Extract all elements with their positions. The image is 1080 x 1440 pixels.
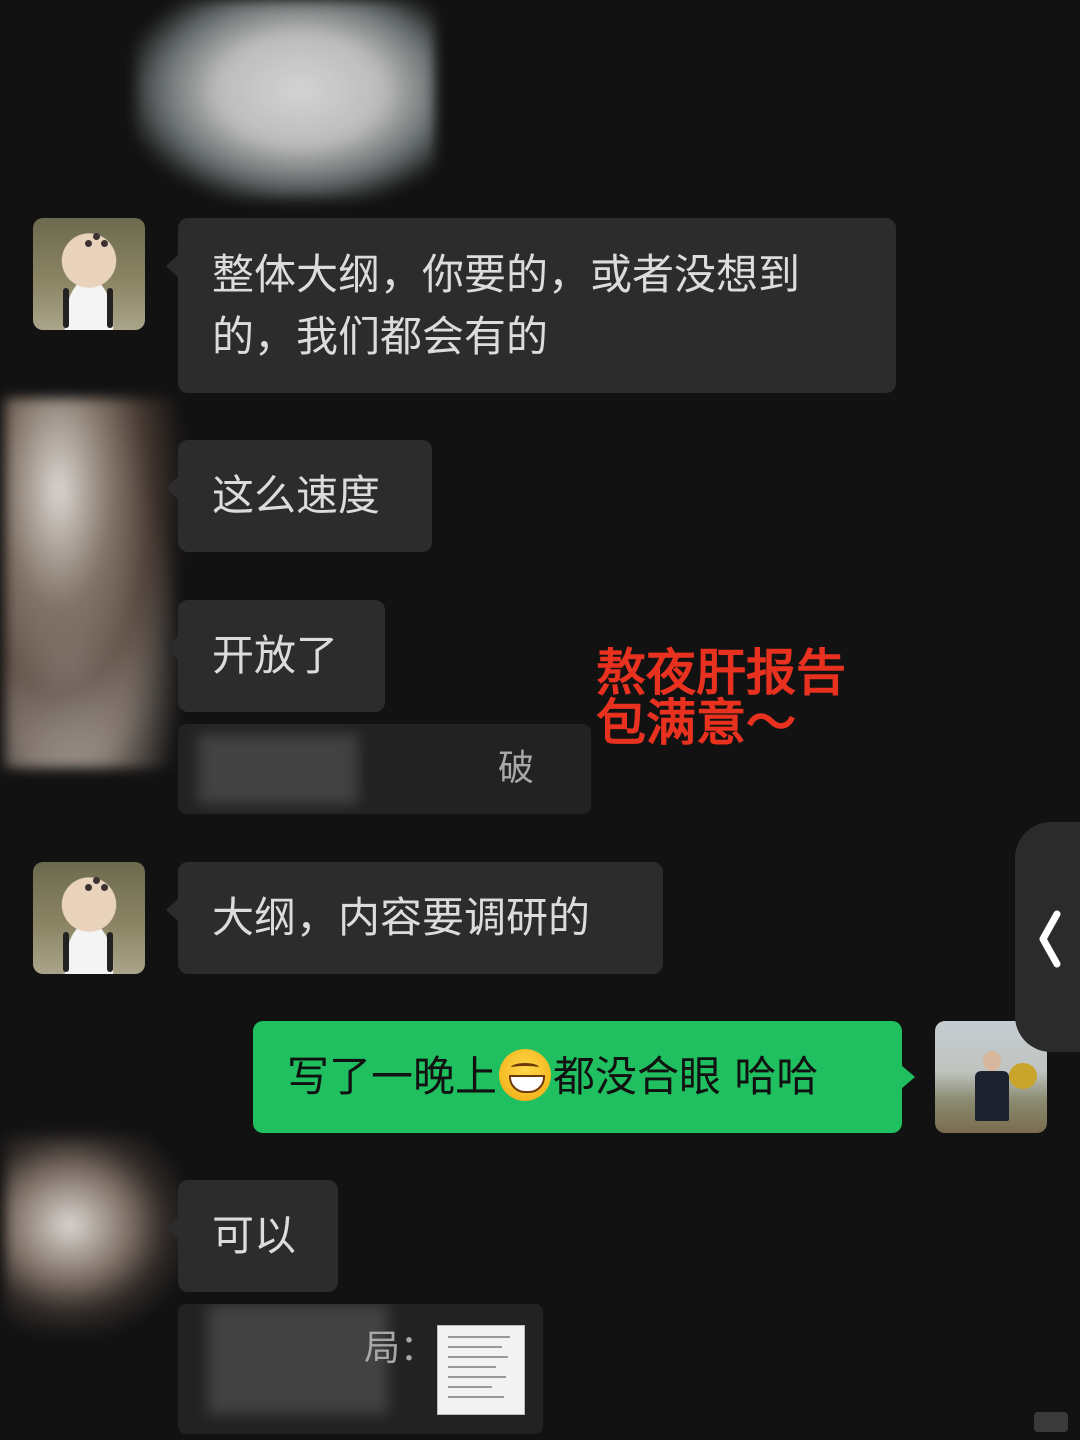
quote-text: 局： [364, 1328, 437, 1369]
blurred-avatar[interactable] [5, 1135, 190, 1335]
message-text-after-emoji: 都没合眼 哈哈 [553, 1052, 819, 1101]
overlay-annotation: 熬夜肝报告 包满意～ [596, 648, 846, 748]
blurred-image-message[interactable] [135, 0, 435, 200]
quote-redaction [198, 734, 358, 804]
message-bubble[interactable]: 整体大纲，你要的，或者没想到 的，我们都会有的 [166, 218, 896, 393]
quote-text: 破局：要密码 [498, 748, 535, 789]
annotation-line-1: 熬夜肝报告 [596, 644, 846, 702]
annotation-line-2: 包满意～ [596, 694, 796, 752]
quoted-message[interactable]: 破局：要密码 [178, 724, 591, 814]
message-text: 这么速度 [212, 471, 381, 520]
message-bubble[interactable]: 这么速度 [166, 440, 432, 552]
quote-redaction [208, 1304, 388, 1414]
side-drawer-handle[interactable] [1015, 822, 1080, 1052]
chevron-left-icon [1039, 910, 1061, 968]
message-text-before-emoji: 写了一晚上 [287, 1052, 498, 1101]
message-text: 大纲，内容要调研的 [212, 893, 591, 942]
grinning-face-emoji-icon [499, 1049, 552, 1101]
message-text: 开放了 [212, 631, 339, 680]
message-text: 整体大纲，你要的，或者没想到 的，我们都会有的 [212, 250, 801, 361]
contact-avatar[interactable] [33, 218, 145, 330]
contact-avatar[interactable] [33, 862, 145, 974]
message-text: 可以 [212, 1211, 297, 1260]
message-bubble[interactable]: 可以 [166, 1180, 338, 1292]
message-bubble[interactable]: 开放了 [166, 600, 385, 712]
outgoing-message-bubble[interactable]: 写了一晚上 都没合眼 哈哈 [253, 1021, 915, 1133]
message-bubble[interactable]: 大纲，内容要调研的 [166, 862, 663, 974]
document-thumbnail[interactable] [437, 1325, 525, 1415]
blurred-avatar[interactable] [5, 398, 185, 768]
xiaohongshu-logo-icon [1034, 1412, 1068, 1432]
